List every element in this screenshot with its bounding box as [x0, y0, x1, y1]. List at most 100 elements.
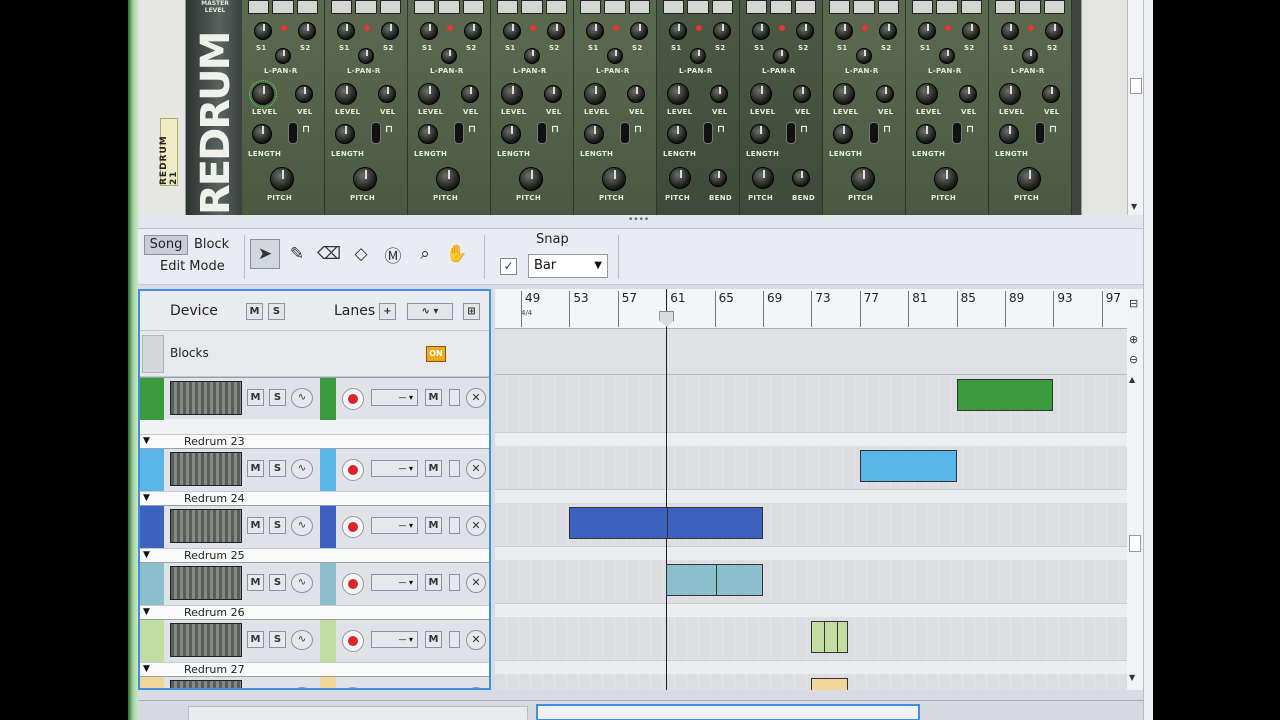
select-button[interactable] [663, 0, 685, 14]
track-solo-button[interactable]: S [269, 688, 286, 690]
send2-knob[interactable] [713, 22, 731, 40]
blocks-lane[interactable] [495, 329, 1127, 375]
track-name[interactable]: Redrum 24 [184, 492, 245, 506]
monitor-icon[interactable]: ∿ [291, 687, 313, 688]
track-name[interactable]: Redrum 25 [184, 549, 245, 563]
channel-buttons[interactable] [746, 0, 816, 14]
record-enable-button[interactable] [342, 687, 364, 688]
rack-scroll-thumb[interactable] [1130, 78, 1142, 94]
snap-value-select[interactable]: Bar ▼ [528, 254, 608, 278]
record-enable-button[interactable] [342, 573, 364, 595]
lane-dropdown[interactable]: — ▾ [371, 574, 418, 591]
channel-buttons[interactable] [663, 0, 733, 14]
channel-buttons[interactable] [414, 0, 484, 14]
track-mute-button[interactable]: M [247, 688, 264, 690]
pitch-knob[interactable] [602, 167, 626, 191]
solo-all-button[interactable]: S [268, 303, 285, 320]
mute-button[interactable] [960, 0, 982, 14]
block-mode-button[interactable]: Block [194, 235, 229, 255]
send2-knob[interactable] [962, 22, 980, 40]
expand-triangle-icon[interactable]: ▼ [143, 550, 155, 562]
blocks-track-tab[interactable] [142, 335, 164, 373]
magnify-icon[interactable]: ⌕ [410, 239, 440, 269]
lane-slider[interactable] [449, 460, 460, 477]
length-knob[interactable] [833, 124, 853, 144]
track-solo-button[interactable]: S [269, 517, 286, 534]
select-button[interactable] [248, 0, 270, 14]
delete-lane-icon[interactable]: ✕ [466, 630, 486, 650]
pan-knob[interactable] [441, 48, 457, 64]
expand-triangle-icon[interactable]: ▼ [143, 493, 155, 505]
level-knob[interactable] [501, 83, 523, 105]
bar-ruler[interactable]: 4/4 49 53 57 61 65 69 73 77 81 85 89 93 97 [495, 289, 1127, 329]
new-track-icon[interactable]: ⊞ [463, 303, 480, 320]
play-button[interactable] [604, 0, 626, 14]
send1-knob[interactable] [669, 22, 687, 40]
play-button[interactable] [438, 0, 460, 14]
redrum-thumbnail[interactable] [170, 566, 242, 600]
send1-knob[interactable] [918, 22, 936, 40]
arrangement-scrollbar[interactable]: ⊟ ⊕ ⊖ ▲ ▼ [1127, 289, 1143, 690]
send2-knob[interactable] [381, 22, 399, 40]
track-header[interactable]: ▼ Redrum 23 M S ∿ — ▾ M ✕ [140, 434, 489, 491]
track-solo-button[interactable]: S [269, 574, 286, 591]
monitor-icon[interactable]: ∿ [291, 573, 313, 593]
note-clip[interactable] [956, 379, 1054, 411]
record-enable-button[interactable] [342, 516, 364, 538]
level-knob[interactable] [335, 83, 357, 105]
channel-buttons[interactable] [331, 0, 401, 14]
length-knob[interactable] [999, 124, 1019, 144]
send1-knob[interactable] [503, 22, 521, 40]
lane-dropdown[interactable]: — ▾ [371, 517, 418, 534]
scroll-down-icon[interactable]: ▼ [1131, 202, 1137, 211]
send2-knob[interactable] [1045, 22, 1063, 40]
track-solo-button[interactable]: S [269, 631, 286, 648]
lane-color[interactable] [320, 677, 336, 688]
level-knob[interactable] [999, 83, 1021, 105]
delete-lane-icon[interactable]: ✕ [466, 687, 486, 688]
length-knob[interactable] [750, 124, 770, 144]
velocity-knob[interactable] [544, 85, 562, 103]
decay-gate-switch[interactable] [537, 122, 547, 144]
lane-mute-button[interactable]: M [425, 517, 442, 534]
expand-triangle-icon[interactable]: ▼ [143, 607, 155, 619]
send1-knob[interactable] [586, 22, 604, 40]
level-knob[interactable] [667, 83, 689, 105]
monitor-icon[interactable]: ∿ [291, 459, 313, 479]
track-height-icon[interactable]: ⊟ [1129, 297, 1138, 310]
pan-knob[interactable] [856, 48, 872, 64]
play-button[interactable] [355, 0, 377, 14]
lane-slider[interactable] [449, 574, 460, 591]
level-knob[interactable] [833, 83, 855, 105]
track-color[interactable] [140, 620, 164, 662]
vertical-scroll-thumb[interactable] [1129, 535, 1141, 552]
redrum-thumbnail[interactable] [170, 623, 242, 657]
track-mute-button[interactable]: M [247, 389, 264, 406]
decay-gate-switch[interactable] [620, 122, 630, 144]
select-button[interactable] [331, 0, 353, 14]
delete-lane-icon[interactable]: ✕ [466, 459, 486, 479]
send2-knob[interactable] [630, 22, 648, 40]
track-mute-button[interactable]: M [247, 517, 264, 534]
note-clip[interactable] [859, 450, 957, 482]
track-lane[interactable] [495, 432, 1127, 489]
send1-knob[interactable] [254, 22, 272, 40]
note-clip[interactable] [811, 621, 848, 653]
record-enable-button[interactable] [342, 630, 364, 652]
record-enable-button[interactable] [342, 388, 364, 410]
note-clip[interactable] [666, 564, 763, 596]
track-header[interactable]: ▼ Redrum 27 M S ∿ — ▾ M ✕ [140, 662, 489, 690]
track-color[interactable] [140, 506, 164, 548]
razor-icon[interactable]: ◇ [346, 239, 376, 269]
select-button[interactable] [414, 0, 436, 14]
play-button[interactable] [687, 0, 709, 14]
lane-color[interactable] [320, 506, 336, 548]
length-knob[interactable] [584, 124, 604, 144]
mute-all-button[interactable]: M [246, 303, 263, 320]
lane-slider[interactable] [449, 517, 460, 534]
length-knob[interactable] [418, 124, 438, 144]
rack-scrollbar[interactable]: ▼ [1127, 0, 1143, 215]
play-button[interactable] [936, 0, 958, 14]
lane-mute-button[interactable]: M [425, 460, 442, 477]
send2-knob[interactable] [879, 22, 897, 40]
